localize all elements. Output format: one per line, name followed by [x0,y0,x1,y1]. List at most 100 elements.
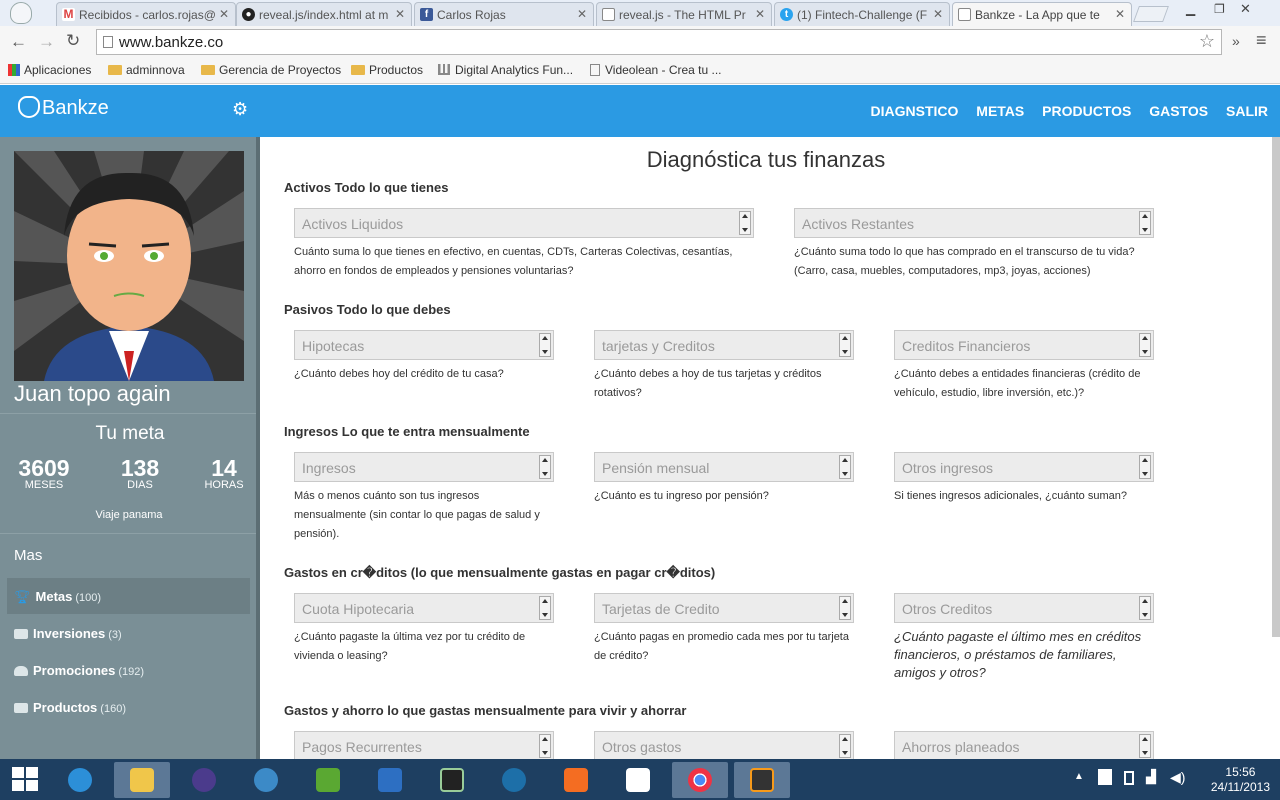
taskbar-eclipse[interactable] [176,762,232,798]
bookmark-gerencia[interactable]: Gerencia de Proyectos [201,63,341,77]
taskbar-apps[interactable] [610,762,666,798]
close-icon[interactable]: ✕ [219,7,229,21]
bookmark-analytics[interactable]: Digital Analytics Fun... [438,63,573,77]
sidebar-item-promociones[interactable]: Promociones (192) [7,652,250,688]
activos-liquidos-input[interactable]: Activos Liquidos [294,208,754,238]
divider [0,533,256,534]
ingresos-input[interactable]: Ingresos [294,452,554,482]
address-bar[interactable]: www.bankze.co ☆ [96,29,1222,55]
battery-icon[interactable] [1124,771,1134,785]
bookmark-adminnova[interactable]: adminnova [108,63,185,77]
bookmark-videolean[interactable]: Videolean - Crea tu ... [590,63,722,77]
taskbar-explorer[interactable] [114,762,170,798]
evernote-icon [316,768,340,792]
taskbar-ie[interactable] [52,762,108,798]
taskbar-xampp[interactable] [548,762,604,798]
action-center-icon[interactable] [1098,769,1112,785]
taskbar-sublime[interactable] [734,762,790,798]
signal-icon[interactable]: ▟ [1146,769,1156,785]
activos-restantes-input[interactable]: Activos Restantes [794,208,1154,238]
sidebar-item-inversiones[interactable]: Inversiones (3) [7,615,250,651]
settings-gear-icon[interactable]: ⚙ [232,99,248,120]
tarjetas-de-credito-input[interactable]: Tarjetas de Credito [594,593,854,623]
hipotecas-input[interactable]: Hipotecas [294,330,554,360]
nav-metas[interactable]: METAS [976,103,1024,119]
nav-diagnostico[interactable]: DIAGNSTICO [871,103,959,119]
taskbar-chrome[interactable] [672,762,728,798]
eclipse-icon [192,768,216,792]
volume-icon[interactable]: ◀) [1170,769,1185,786]
number-stepper[interactable] [539,455,551,479]
bookmark-star-icon[interactable]: ☆ [1199,31,1215,52]
bookmark-productos[interactable]: Productos [351,63,423,77]
analytics-icon [438,64,450,75]
number-stepper[interactable] [1139,734,1151,758]
maximize-icon[interactable]: ❐ [1214,2,1230,16]
close-icon[interactable]: ✕ [933,7,943,21]
number-stepper[interactable] [1139,596,1151,620]
minimize-icon[interactable]: ▁ [1186,2,1202,16]
sidebar-item-productos[interactable]: Productos (160) [7,689,250,725]
xampp-icon [564,768,588,792]
taskbar-remote[interactable] [362,762,418,798]
close-window-icon[interactable]: ✕ [1240,1,1256,17]
ahorros-planeados-input[interactable]: Ahorros planeados [894,731,1154,759]
avatar-illustration [14,151,244,381]
close-icon[interactable]: ✕ [1115,7,1125,21]
close-icon[interactable]: ✕ [755,7,765,21]
number-stepper[interactable] [839,734,851,758]
number-stepper[interactable] [839,596,851,620]
cuota-hipotecaria-input[interactable]: Cuota Hipotecaria [294,593,554,623]
system-clock[interactable]: 15:56 24/11/2013 [1211,765,1270,795]
number-stepper[interactable] [839,333,851,357]
new-tab-button[interactable] [1133,6,1169,22]
taskbar-terminal[interactable] [424,762,480,798]
pension-mensual-input[interactable]: Pensión mensual [594,452,854,482]
close-icon[interactable]: ✕ [577,7,587,21]
page-icon [103,36,113,48]
reload-icon[interactable]: ↻ [66,31,80,51]
forward-icon[interactable]: → [38,32,55,52]
number-stepper[interactable] [539,596,551,620]
browser-tab[interactable]: M Recibidos - carlos.rojas@ ✕ [56,2,236,26]
number-stepper[interactable] [1139,211,1151,235]
tray-expand-icon[interactable]: ▲ [1074,771,1084,782]
tarjetas-creditos-input[interactable]: tarjetas y Creditos [594,330,854,360]
sidebar-item-metas[interactable]: 🏆︎ Metas (100) [7,578,250,614]
sidebar-item-label: Productos [33,700,98,715]
number-stepper[interactable] [1139,333,1151,357]
sidebar: Juan topo again Tu meta 3609 MESES 138 D… [0,137,260,759]
otros-ingresos-input[interactable]: Otros ingresos [894,452,1154,482]
otros-creditos-input[interactable]: Otros Creditos [894,593,1154,623]
taskbar-app[interactable] [238,762,294,798]
bankze-logo[interactable]: Bankze [18,96,109,120]
otros-gastos-input[interactable]: Otros gastos [594,731,854,759]
back-icon[interactable]: ← [10,32,27,52]
nav-salir[interactable]: SALIR [1226,103,1268,119]
number-stepper[interactable] [539,333,551,357]
browser-tab[interactable]: ● reveal.js/index.html at m ✕ [236,2,412,26]
number-stepper[interactable] [1139,455,1151,479]
close-icon[interactable]: ✕ [395,7,405,21]
goal-name[interactable]: Viaje panama [0,509,258,521]
extensions-chevron-icon[interactable]: » [1232,33,1240,49]
box-icon [14,703,28,713]
nav-productos[interactable]: PRODUCTOS [1042,103,1131,119]
number-stepper[interactable] [839,455,851,479]
number-stepper[interactable] [739,211,751,235]
menu-icon[interactable]: ≡ [1256,30,1267,51]
browser-tab[interactable]: f Carlos Rojas ✕ [414,2,594,26]
taskbar-evernote[interactable] [300,762,356,798]
browser-tab-active[interactable]: Bankze - La App que te ✕ [952,2,1132,26]
browser-tab[interactable]: reveal.js - The HTML Pr ✕ [596,2,772,26]
browser-tab[interactable]: t (1) Fintech-Challenge (F ✕ [774,2,950,26]
chrome-profile-icon[interactable] [10,2,32,24]
nav-gastos[interactable]: GASTOS [1149,103,1208,119]
creditos-financieros-input[interactable]: Creditos Financieros [894,330,1154,360]
pagos-recurrentes-input[interactable]: Pagos Recurrentes [294,731,554,759]
taskbar-sourcetree[interactable] [486,762,542,798]
page-scrollbar[interactable] [1272,137,1280,637]
start-windows-icon[interactable] [12,767,38,791]
number-stepper[interactable] [539,734,551,758]
bookmark-apps[interactable]: Aplicaciones [8,63,91,77]
